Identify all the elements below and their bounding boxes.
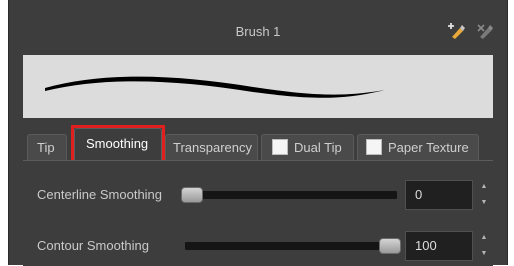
centerline-smoothing-label: Centerline Smoothing — [37, 187, 163, 202]
contour-smoothing-handle[interactable] — [379, 238, 401, 254]
tab-smoothing[interactable]: Smoothing — [74, 128, 162, 160]
contour-decrement-arrow-icon[interactable]: ▼ — [479, 250, 489, 257]
contour-increment-arrow-icon[interactable]: ▲ — [479, 234, 489, 241]
brush-tabs: Tip Smoothing Transparency Dual Tip Pape… — [23, 125, 493, 166]
brush-stroke-preview — [23, 55, 493, 118]
tab-smoothing-label: Smoothing — [86, 136, 149, 151]
brush-title: Brush 1 — [235, 24, 281, 39]
centerline-smoothing-handle[interactable] — [181, 187, 203, 203]
contour-smoothing-value: 100 — [415, 238, 437, 253]
centerline-increment-arrow-icon[interactable]: ▲ — [479, 183, 489, 190]
brush-stroke-icon — [45, 76, 385, 98]
tab-dual-tip-label: Dual Tip — [294, 140, 342, 155]
contour-smoothing-slider[interactable] — [185, 242, 397, 250]
contour-smoothing-input[interactable]: 100 — [405, 231, 473, 261]
add-brush-icon[interactable] — [446, 22, 466, 40]
brush-panel: Brush 1 Tip Smoothing Transparency Dual … — [8, 0, 508, 266]
tab-transparency-label: Transparency — [173, 140, 252, 155]
tab-paper-texture-label: Paper Texture — [388, 140, 469, 155]
contour-smoothing-label: Contour Smoothing — [37, 238, 150, 253]
centerline-smoothing-input[interactable]: 0 — [405, 180, 473, 210]
panel-header: Brush 1 — [9, 0, 507, 50]
tab-tip[interactable]: Tip — [27, 134, 67, 160]
centerline-smoothing-row: Centerline Smoothing 0 ▲ ▼ — [23, 177, 493, 213]
centerline-smoothing-value: 0 — [415, 187, 423, 202]
delete-brush-icon[interactable] — [475, 22, 495, 40]
tab-tip-label: Tip — [37, 140, 55, 155]
dual-tip-checkbox[interactable] — [272, 139, 288, 156]
tab-transparency[interactable]: Transparency — [165, 134, 258, 160]
centerline-decrement-arrow-icon[interactable]: ▼ — [479, 199, 489, 206]
contour-smoothing-row: Contour Smoothing 100 ▲ ▼ — [23, 228, 493, 264]
paper-texture-checkbox[interactable] — [366, 139, 382, 156]
centerline-smoothing-slider[interactable] — [185, 191, 397, 199]
smoothing-settings: Centerline Smoothing 0 ▲ ▼ Contour Smoot… — [23, 160, 493, 266]
tab-paper-texture[interactable]: Paper Texture — [357, 134, 479, 160]
tab-dual-tip[interactable]: Dual Tip — [261, 134, 354, 160]
